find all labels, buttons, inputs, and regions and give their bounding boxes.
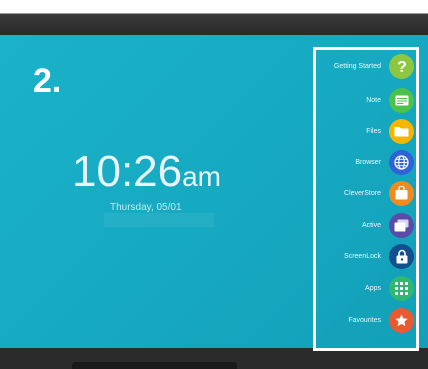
menu-item-favourites[interactable]: Favourites [348, 307, 414, 333]
apps-grid-icon [389, 275, 414, 301]
menu-item-label: Active [361, 221, 381, 229]
menu-item-label: Apps [365, 284, 381, 292]
menu-item-active[interactable]: Active [362, 212, 414, 238]
globe-icon [389, 149, 414, 175]
menu-item-note[interactable]: Note [366, 87, 414, 113]
clock-ampm: am [182, 161, 222, 192]
monitor-top-bezel [0, 0, 428, 35]
menu-item-label: Favourites [348, 316, 381, 324]
menu-item-label: Getting Started [333, 62, 381, 70]
windows-icon [389, 212, 414, 238]
clock-time: 10:26 [72, 147, 183, 196]
menu-item-apps[interactable]: Apps [365, 275, 414, 301]
store-icon [389, 180, 414, 206]
monitor-stand [72, 362, 237, 369]
clock-date: Thursday, 05/01 [110, 202, 182, 213]
menu-item-label: ScreenLock [344, 252, 381, 260]
menu-item-label: CleverStore [344, 189, 381, 197]
svg-text:?: ? [397, 59, 407, 74]
menu-item-screenlock[interactable]: ScreenLock [344, 243, 414, 269]
star-icon [389, 307, 414, 333]
note-icon [389, 87, 414, 113]
menu-item-label: Files [366, 127, 381, 135]
lock-icon [389, 243, 414, 269]
menu-item-cleverstore[interactable]: CleverStore [344, 180, 414, 206]
menu-item-files[interactable]: Files [366, 118, 414, 144]
menu-item-label: Browser [355, 158, 381, 166]
help-icon: ? [389, 53, 414, 79]
step-number-label: 2. [33, 62, 62, 100]
menu-item-browser[interactable]: Browser [355, 149, 414, 175]
menu-item-label: Note [366, 96, 381, 104]
clock: 10:26am [72, 150, 221, 194]
date-placeholder-bar [104, 213, 214, 227]
folder-icon [389, 118, 414, 144]
menu-item-getting-started[interactable]: Getting Started ? [334, 53, 414, 79]
